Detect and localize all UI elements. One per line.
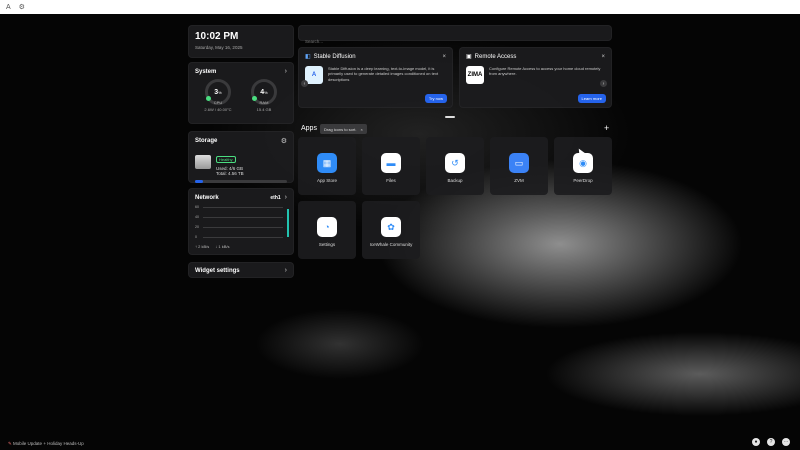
promo-description: Stable Diffusion is a deep learning, tex… — [328, 66, 439, 82]
network-interface[interactable]: eth1 — [270, 195, 280, 201]
storage-usage-bar — [195, 180, 287, 183]
app-name: Files — [386, 178, 396, 183]
community-icon: ✿ — [381, 217, 401, 237]
settings-icon: ◔ — [317, 217, 337, 237]
ram-label: RAM — [259, 100, 269, 105]
ram-gauge: 4% RAM 15.4 GB — [249, 79, 279, 112]
y-tick: 20 — [195, 225, 199, 229]
app-name: App Store — [316, 178, 337, 183]
clock-widget: 10:02 PM Saturday, May 16, 2025 — [188, 25, 294, 58]
drag-hint-text: Drag icons to sort. — [324, 126, 357, 132]
app-name: Settings — [318, 242, 336, 247]
stable-diffusion-card[interactable]: ◧ Stable Diffusion × A Stable Diffusion i… — [298, 47, 453, 108]
zima-logo: ZIMA — [466, 66, 484, 84]
storage-widget[interactable]: Storage ⚙ Healthy Used: 4/6 GB Total: 4.… — [188, 131, 294, 183]
app-tile-files[interactable]: ▬ Files — [362, 137, 420, 195]
storage-title: Storage — [195, 138, 218, 144]
app-name: Backup — [447, 178, 463, 183]
close-icon[interactable]: × — [442, 54, 446, 60]
system-title: System — [195, 68, 217, 75]
try-now-button[interactable]: Try now — [424, 94, 447, 103]
close-icon[interactable]: × — [360, 127, 362, 132]
y-tick: 40 — [195, 215, 199, 219]
remote-access-icon: ▣ — [466, 54, 472, 60]
megaphone-icon: ✎ — [8, 441, 12, 446]
help-icon[interactable]: ? — [767, 438, 775, 446]
download-rate: ↓ 1 kB/s — [215, 244, 230, 249]
close-icon[interactable]: × — [601, 54, 605, 60]
y-tick: 0 — [195, 235, 197, 239]
storage-total: Total: 4.56 TB — [216, 171, 244, 176]
system-widget[interactable]: System › 3% CPU 2.6W / 40.00°C 4% RAM 15… — [188, 62, 294, 124]
chevron-right-icon: › — [284, 267, 287, 274]
promo-title: Remote Access — [474, 53, 517, 60]
app-tile-zvm[interactable]: ▭ ZVM — [490, 137, 548, 195]
clock-date: Saturday, May 16, 2025 — [195, 45, 243, 50]
app-store-icon: ▦ — [317, 153, 337, 173]
network-widget[interactable]: Network eth1 › 60 40 20 0 ↑ 2 kB/s ↓ 1 k… — [188, 188, 294, 255]
stable-diffusion-icon: ◧ — [305, 54, 311, 60]
status-badge: Healthy — [216, 156, 236, 163]
footer-note-text: Mobile Update + Holiday Heads-Up — [13, 441, 84, 446]
cpu-sub: 2.6W / 40.00°C — [204, 107, 232, 112]
settings-icon[interactable]: ⚙ — [281, 137, 287, 145]
chat-icon[interactable]: ● — [752, 438, 760, 446]
carousel-pager[interactable] — [445, 116, 455, 118]
carousel-prev-button[interactable]: ‹ — [301, 80, 308, 87]
upload-rate: ↑ 2 kB/s — [195, 244, 210, 249]
browser-topbar: A ⚙ — [0, 0, 800, 14]
app-name: ZVM — [514, 178, 524, 183]
widget-settings-label: Widget settings — [195, 267, 240, 274]
add-app-button[interactable]: + — [604, 123, 609, 133]
search-bar[interactable] — [298, 25, 612, 44]
network-title: Network — [195, 194, 219, 201]
upload-spike — [287, 209, 289, 237]
cpu-gauge: 3% CPU 2.6W / 40.00°C — [203, 79, 233, 112]
app-tile-backup[interactable]: ↺ Backup — [426, 137, 484, 195]
widget-settings-button[interactable]: Widget settings › — [188, 262, 294, 278]
app-name: IceWhale Community — [369, 242, 413, 247]
app-name: PeerDrop — [573, 178, 593, 183]
disk-icon — [195, 155, 211, 169]
app-tile-app-store[interactable]: ▦ App Store — [298, 137, 356, 195]
footer-notification[interactable]: ✎ Mobile Update + Holiday Heads-Up — [8, 441, 84, 447]
gear-icon[interactable]: ⚙ — [19, 3, 25, 11]
app-tile-settings[interactable]: ◔ Settings — [298, 201, 356, 259]
y-tick: 60 — [195, 205, 199, 209]
backup-icon: ↺ — [445, 153, 465, 173]
drag-hint-chip: Drag icons to sort. × — [320, 124, 367, 134]
apps-title: Apps — [301, 125, 317, 132]
chevron-right-icon[interactable]: › — [285, 68, 287, 75]
search-input[interactable] — [305, 39, 605, 44]
zvm-icon: ▭ — [509, 153, 529, 173]
app-tile-icewhale-community[interactable]: ✿ IceWhale Community — [362, 201, 420, 259]
files-icon: ▬ — [381, 153, 401, 173]
promo-title: Stable Diffusion — [313, 53, 356, 60]
chevron-right-icon[interactable]: › — [285, 194, 287, 201]
clock-time: 10:02 PM — [195, 31, 239, 42]
remote-access-card[interactable]: ▣ Remote Access × ZIMA Configure Remote A… — [459, 47, 612, 108]
cpu-label: CPU — [213, 100, 223, 105]
learn-more-button[interactable]: Learn more — [577, 94, 606, 103]
carousel-next-button[interactable]: › — [600, 80, 607, 87]
app-icon[interactable]: A — [6, 4, 11, 11]
more-icon[interactable]: ⋯ — [782, 438, 790, 446]
promo-description: Configure Remote Access to access your h… — [489, 66, 601, 77]
ram-sub: 15.4 GB — [256, 107, 272, 112]
network-chart: 60 40 20 0 — [195, 205, 289, 243]
app-tile-peerdrop[interactable]: ◉ PeerDrop — [554, 137, 612, 195]
